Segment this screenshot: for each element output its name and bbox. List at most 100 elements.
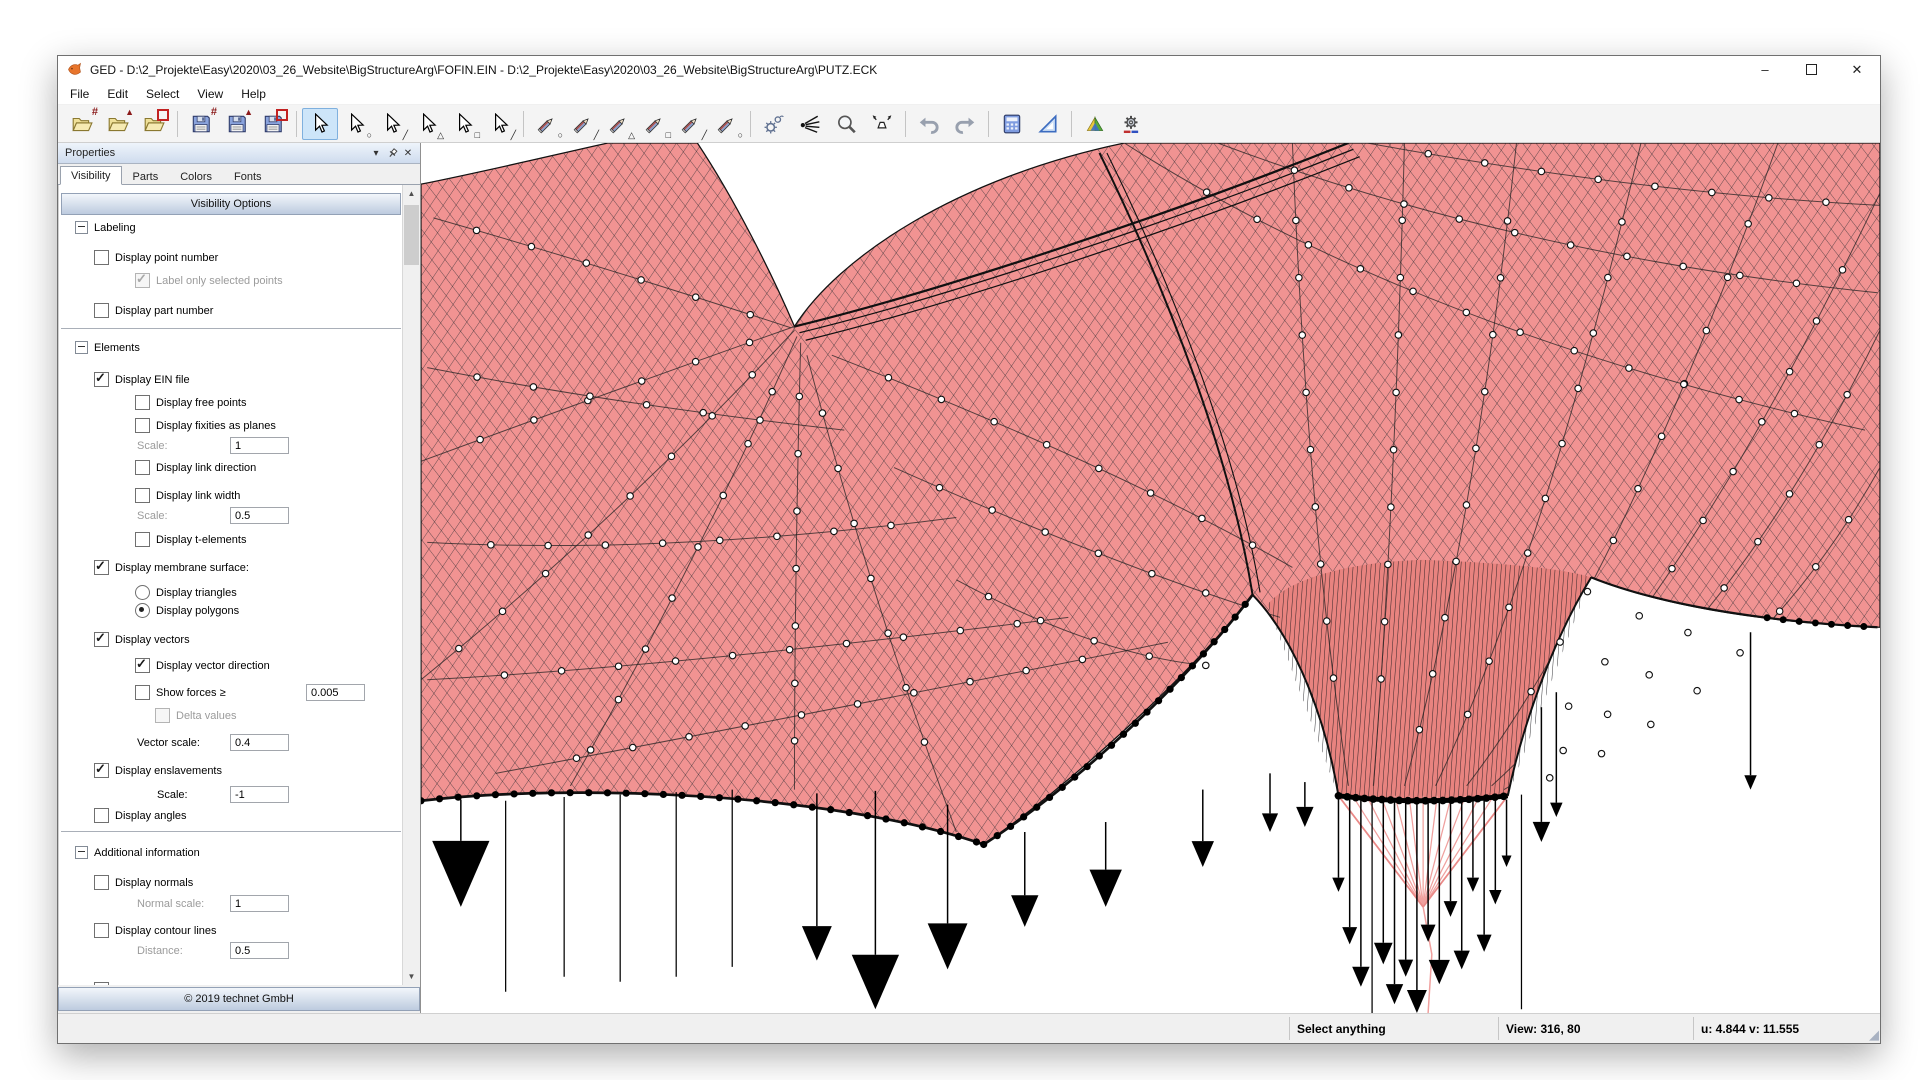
minimize-button[interactable]: –: [1742, 56, 1788, 83]
checkbox-icon[interactable]: ✓: [94, 560, 109, 575]
close-button[interactable]: ✕: [1834, 56, 1880, 83]
zoom-button[interactable]: [828, 108, 864, 140]
collapse-icon[interactable]: [75, 221, 88, 234]
menu-view[interactable]: View: [188, 85, 232, 103]
move-points-button[interactable]: [756, 108, 792, 140]
display-membrane-surface-checkbox[interactable]: ✓Display membrane surface:: [94, 558, 249, 577]
display-link-direction-checkbox[interactable]: Display link direction: [135, 458, 256, 477]
panel-scrollbar[interactable]: ▲ ▼: [402, 185, 420, 985]
select-button[interactable]: [302, 108, 338, 140]
checkbox-icon[interactable]: [135, 532, 150, 547]
panel-close-icon[interactable]: ✕: [400, 146, 416, 161]
checkbox-icon[interactable]: [135, 488, 150, 503]
tab-colors[interactable]: Colors: [169, 167, 223, 185]
menu-edit[interactable]: Edit: [98, 85, 137, 103]
display-point-number-checkbox[interactable]: Display point number: [94, 248, 218, 267]
checkbox-icon[interactable]: [94, 982, 109, 985]
save-eck-button[interactable]: [255, 108, 291, 140]
drawing-canvas[interactable]: [421, 143, 1880, 1013]
edit-points-button[interactable]: ○: [529, 108, 565, 140]
display-vector-direction-checkbox[interactable]: ✓Display vector direction: [135, 656, 270, 675]
open-fofin-button[interactable]: ▲: [100, 108, 136, 140]
maximize-button[interactable]: [1788, 56, 1834, 83]
label-only-selected-points-checkbox[interactable]: ✓Label only selected points: [135, 271, 283, 290]
checkbox-icon[interactable]: [135, 460, 150, 475]
checkbox-icon[interactable]: [94, 875, 109, 890]
settings-button[interactable]: [1113, 108, 1149, 140]
checkbox-icon[interactable]: [155, 708, 170, 723]
select-elements-button[interactable]: ╱: [482, 108, 518, 140]
resize-grip[interactable]: ◢: [1865, 1028, 1879, 1042]
delta-values-checkbox[interactable]: Delta values: [155, 706, 237, 725]
display-angles-checkbox[interactable]: Display angles: [94, 806, 187, 825]
zoom-window-button[interactable]: [864, 108, 900, 140]
checkbox-icon[interactable]: [94, 923, 109, 938]
checkbox-icon[interactable]: [94, 250, 109, 265]
value-input[interactable]: 0.5: [230, 507, 289, 524]
display-ein-file-checkbox[interactable]: ✓Display EIN file: [94, 370, 190, 389]
display-link-width-checkbox[interactable]: Display link width: [135, 486, 240, 505]
save-fofin-button[interactable]: ▲: [219, 108, 255, 140]
radio-icon[interactable]: [135, 603, 150, 618]
checkbox-icon[interactable]: [94, 303, 109, 318]
open-ein-button[interactable]: #: [64, 108, 100, 140]
display-fixities-as-planes-checkbox[interactable]: Display fixities as planes: [135, 416, 276, 435]
tab-parts[interactable]: Parts: [122, 167, 170, 185]
radio-icon[interactable]: [135, 585, 150, 600]
value-input[interactable]: -1: [230, 786, 289, 803]
edit-elements-button[interactable]: ╱: [673, 108, 709, 140]
edit-mixed-button[interactable]: ○: [709, 108, 745, 140]
redo-button[interactable]: [947, 108, 983, 140]
display-enslavements-checkbox[interactable]: ✓Display enslavements: [94, 761, 222, 780]
collapse-icon[interactable]: [75, 846, 88, 859]
menu-help[interactable]: Help: [232, 85, 275, 103]
select-points-button[interactable]: ○: [338, 108, 374, 140]
show-forces-checkbox[interactable]: Show forces ≥0.005: [135, 683, 365, 702]
select-triangles-button[interactable]: △: [410, 108, 446, 140]
value-input[interactable]: 0.4: [230, 734, 289, 751]
value-input[interactable]: 1: [230, 895, 289, 912]
panel-pin-icon[interactable]: [384, 146, 400, 161]
menu-file[interactable]: File: [61, 85, 98, 103]
scroll-up-icon[interactable]: ▲: [403, 185, 420, 202]
tab-fonts[interactable]: Fonts: [223, 167, 273, 185]
checkbox-icon[interactable]: ✓: [94, 632, 109, 647]
edit-quads-button[interactable]: □: [637, 108, 673, 140]
clipped-option-checkbox[interactable]: [94, 980, 115, 985]
select-quads-button[interactable]: □: [446, 108, 482, 140]
display-free-points-checkbox[interactable]: Display free points: [135, 393, 247, 412]
save-ein-button[interactable]: #: [183, 108, 219, 140]
checkbox-icon[interactable]: [135, 418, 150, 433]
edit-triangles-button[interactable]: △: [601, 108, 637, 140]
scroll-down-icon[interactable]: ▼: [403, 968, 420, 985]
display-normals-checkbox[interactable]: Display normals: [94, 873, 193, 892]
display-vectors-checkbox[interactable]: ✓Display vectors: [94, 630, 190, 649]
display-polygons-radiobox[interactable]: Display polygons: [135, 601, 239, 620]
checkbox-icon[interactable]: ✓: [135, 273, 150, 288]
open-eck-button[interactable]: [136, 108, 172, 140]
display-part-number-checkbox[interactable]: Display part number: [94, 301, 213, 320]
edit-links-button[interactable]: ╱: [565, 108, 601, 140]
calculator-button[interactable]: [994, 108, 1030, 140]
checkbox-icon[interactable]: ✓: [94, 372, 109, 387]
materials-button[interactable]: [1077, 108, 1113, 140]
panel-menu-icon[interactable]: ▾: [368, 146, 384, 161]
checkbox-icon[interactable]: [135, 395, 150, 410]
display-contour-lines-checkbox[interactable]: Display contour lines: [94, 921, 217, 940]
scrollbar-thumb[interactable]: [404, 205, 419, 265]
value-input[interactable]: 0.005: [306, 684, 365, 701]
display-t-elements-checkbox[interactable]: Display t-elements: [135, 530, 246, 549]
measure-button[interactable]: [1030, 108, 1066, 140]
rays-button[interactable]: [792, 108, 828, 140]
checkbox-icon[interactable]: ✓: [135, 658, 150, 673]
menu-select[interactable]: Select: [137, 85, 188, 103]
collapse-icon[interactable]: [75, 341, 88, 354]
checkbox-icon[interactable]: [94, 808, 109, 823]
value-input[interactable]: 1: [230, 437, 289, 454]
checkbox-icon[interactable]: ✓: [94, 763, 109, 778]
display-triangles-radiobox[interactable]: Display triangles: [135, 583, 237, 602]
undo-button[interactable]: [911, 108, 947, 140]
value-input[interactable]: 0.5: [230, 942, 289, 959]
checkbox-icon[interactable]: [135, 685, 150, 700]
tab-visibility[interactable]: Visibility: [60, 166, 122, 185]
